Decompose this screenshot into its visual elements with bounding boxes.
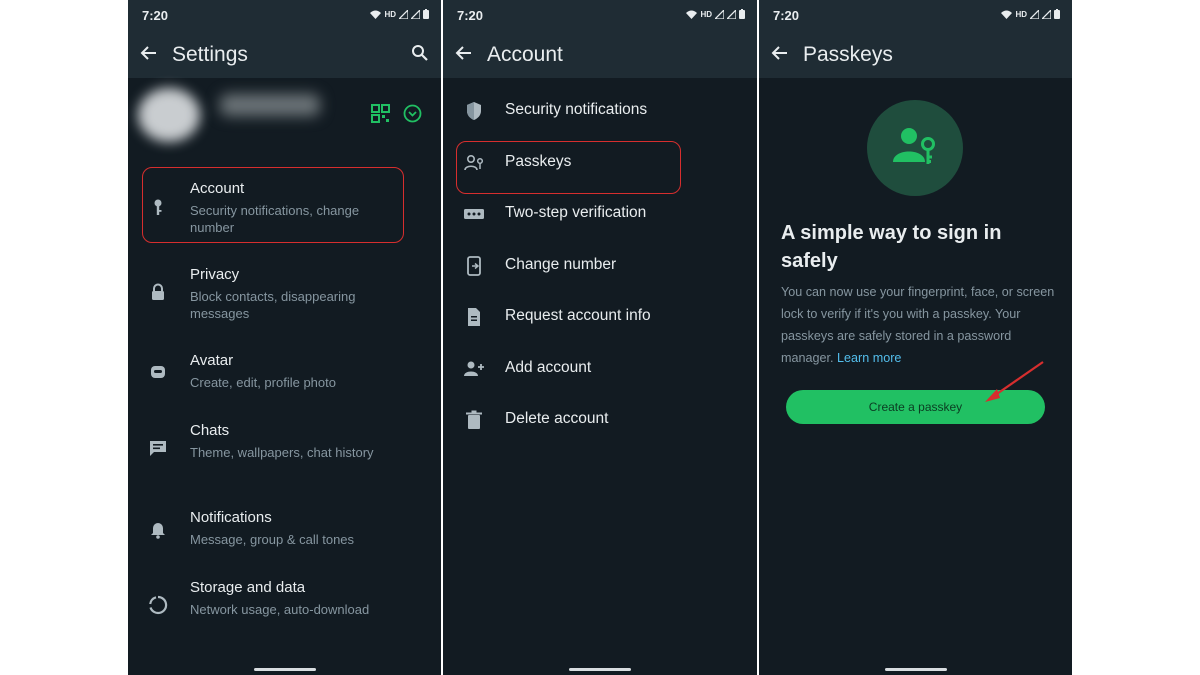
profile-row[interactable]: [128, 80, 441, 150]
settings-item-label: Privacy: [190, 266, 240, 283]
settings-item-subtitle: Theme, wallpapers, chat history: [190, 445, 374, 460]
settings-item-label: Chats: [190, 422, 230, 439]
add-person-icon: [464, 361, 484, 376]
settings-item-subtitle: Message, group & call tones: [190, 532, 355, 547]
passkeys-heading: A simple way to sign in safely: [781, 222, 1002, 272]
shield-icon: [467, 102, 481, 120]
battery-icon: [739, 9, 745, 19]
signal-icon: [1042, 9, 1051, 19]
chevron-down-circle-icon[interactable]: [403, 104, 422, 123]
settings-item-storage[interactable]: Storage and data Network usage, auto-dow…: [128, 579, 441, 635]
status-time: 7:20: [773, 8, 800, 23]
wifi-icon: [370, 10, 382, 19]
chat-icon: [150, 441, 166, 456]
battery-icon: [1054, 9, 1060, 19]
settings-item-subtitle: Create, edit, profile photo: [190, 375, 336, 390]
signal-icon: [727, 9, 736, 19]
arrow-left-icon[interactable]: [771, 44, 789, 62]
learn-more-link[interactable]: Learn more: [837, 351, 901, 365]
account-item-label: Two-step verification: [505, 204, 647, 221]
account-item-delete-account[interactable]: Delete account: [443, 405, 757, 435]
account-screen: 7:20 HD Account Security notifications P…: [443, 0, 757, 675]
settings-item-chats[interactable]: Chats Theme, wallpapers, chat history: [128, 422, 441, 478]
status-bar: 7:20 HD: [759, 0, 1072, 32]
qr-code-icon[interactable]: [371, 104, 390, 123]
status-icons: HD: [370, 9, 429, 19]
account-item-request-account-info[interactable]: Request account info: [443, 302, 757, 332]
page-title: Account: [487, 43, 563, 66]
status-time: 7:20: [457, 8, 484, 23]
settings-item-subtitle: Block contacts, disappearing messages: [190, 289, 356, 321]
annotation-arrow: [985, 361, 1044, 402]
trash-icon: [466, 410, 482, 429]
wifi-icon: [1001, 10, 1013, 19]
status-bar: 7:20 HD: [128, 0, 441, 32]
account-item-passkeys[interactable]: Passkeys: [443, 148, 757, 178]
settings-item-privacy[interactable]: Privacy Block contacts, disappearing mes…: [128, 266, 441, 322]
settings-item-notifications[interactable]: Notifications Message, group & call tone…: [128, 509, 441, 549]
status-time: 7:20: [142, 8, 169, 23]
gesture-bar[interactable]: [253, 668, 316, 671]
gesture-bar[interactable]: [569, 668, 631, 671]
account-item-change-number[interactable]: Change number: [443, 251, 757, 281]
key-icon: [154, 199, 162, 215]
gesture-bar[interactable]: [884, 668, 947, 671]
account-item-label: Passkeys: [505, 153, 572, 170]
hd-badge: HD: [1015, 9, 1027, 19]
signal-icon: [715, 9, 724, 19]
dots-icon: [464, 209, 484, 219]
account-item-label: Security notifications: [505, 101, 648, 118]
hd-badge: HD: [384, 9, 396, 19]
data-usage-icon: [149, 595, 168, 615]
account-item-add-account[interactable]: Add account: [443, 354, 757, 384]
profile-name-blurred: [220, 94, 320, 116]
status-icons: HD: [686, 9, 745, 19]
account-item-label: Delete account: [505, 410, 609, 427]
hd-badge: HD: [700, 9, 712, 19]
avatar: [138, 88, 200, 142]
settings-item-label: Account: [190, 180, 245, 197]
signal-icon: [1030, 9, 1039, 19]
app-bar: Account: [443, 32, 757, 78]
passkey-icon: [464, 154, 484, 171]
account-item-label: Add account: [505, 359, 592, 376]
settings-screen: 7:20 HD Settings Account Security notifi…: [128, 0, 441, 675]
battery-icon: [423, 9, 429, 19]
settings-item-account[interactable]: Account Security notifications, change n…: [128, 180, 441, 236]
arrow-left-icon[interactable]: [140, 44, 158, 62]
document-icon: [468, 308, 480, 326]
app-bar: Passkeys: [759, 32, 1072, 78]
passkeys-screen: 7:20 HD Passkeys A simple way to sign in…: [759, 0, 1072, 675]
arrow-left-icon[interactable]: [455, 44, 473, 62]
passkeys-description: You can now use your fingerprint, face, …: [781, 281, 1056, 369]
settings-item-subtitle: Security notifications, change number: [190, 203, 360, 235]
settings-item-label: Notifications: [190, 509, 272, 526]
person-key-icon: [893, 128, 935, 164]
account-item-two-step-verification[interactable]: Two-step verification: [443, 199, 757, 229]
passkey-hero-circle: [867, 100, 963, 196]
account-item-label: Request account info: [505, 307, 651, 324]
wifi-icon: [686, 10, 698, 19]
signal-icon: [399, 9, 408, 19]
passkeys-description-text: You can now use your fingerprint, face, …: [781, 285, 1055, 365]
settings-item-subtitle: Network usage, auto-download: [190, 602, 370, 617]
signal-icon: [411, 9, 420, 19]
account-item-security-notifications[interactable]: Security notifications: [443, 96, 757, 126]
bell-icon: [151, 523, 165, 539]
settings-item-label: Storage and data: [190, 579, 306, 596]
page-title: Passkeys: [803, 43, 893, 66]
status-bar: 7:20 HD: [443, 0, 757, 32]
lock-icon: [152, 283, 164, 300]
account-item-label: Change number: [505, 256, 617, 273]
status-icons: HD: [1001, 9, 1060, 19]
phone-change-icon: [467, 256, 481, 276]
settings-item-avatar[interactable]: Avatar Create, edit, profile photo: [128, 352, 441, 392]
search-icon[interactable]: [411, 44, 429, 62]
app-bar: Settings: [128, 32, 441, 78]
settings-item-label: Avatar: [190, 352, 234, 369]
page-title: Settings: [172, 43, 248, 66]
avatar-icon: [151, 366, 165, 378]
